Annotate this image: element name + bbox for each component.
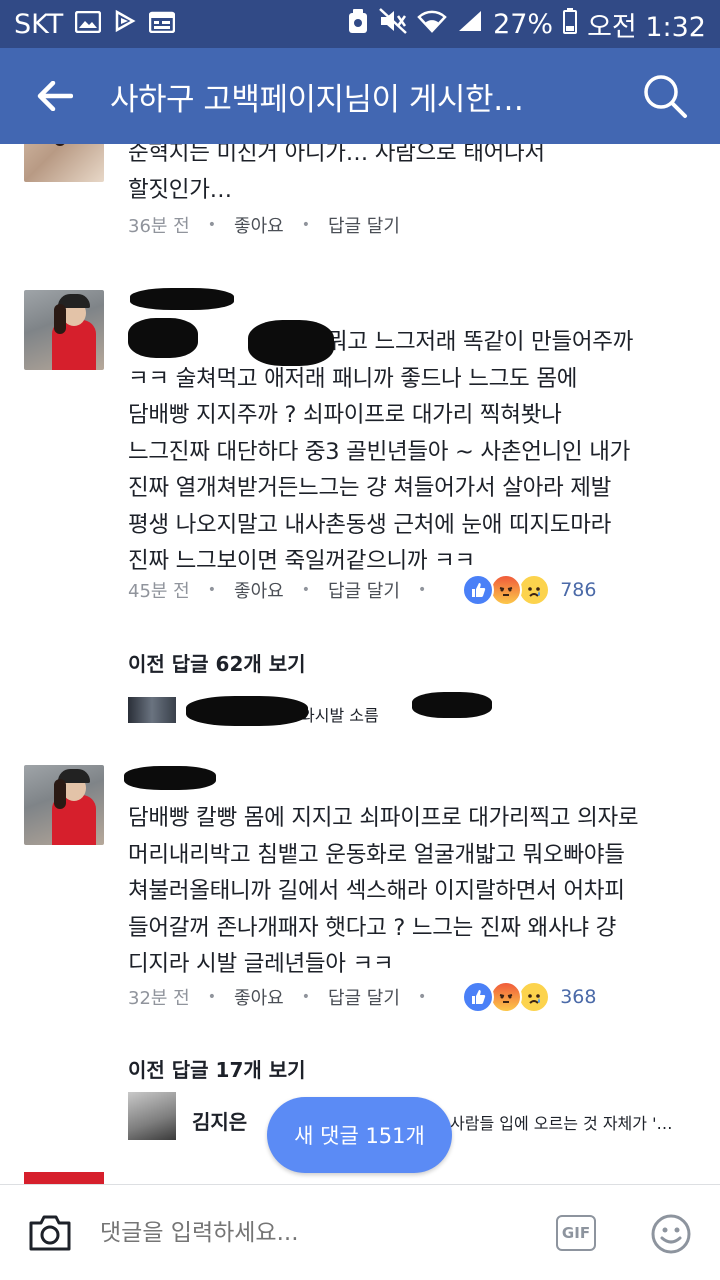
comment-line: 쳐불러올태니까 길에서 섹스해라 이지랄하면서 어차피 xyxy=(128,878,625,904)
comment-line: 디지라 시발 글레년들아 ㅋㅋ xyxy=(128,951,394,977)
battery-percent: 27% xyxy=(493,8,554,40)
avatar[interactable] xyxy=(24,765,104,845)
comments-list[interactable]: 순혁지는 미진거 아니가… 사람으로 태어나서 할짓인가… 36분 전 • 좋아… xyxy=(0,144,720,1184)
reply-author-name[interactable]: 김지은 xyxy=(192,1106,247,1135)
comment-line: 머리내리박고 침뱉고 운동화로 얼굴개밟고 뭐오빠야들 xyxy=(128,841,625,868)
reactions[interactable]: 368 xyxy=(462,981,596,1013)
reply-preview-text: 사람들 입에 오르는 것 자체가 '… xyxy=(450,1114,673,1133)
back-button[interactable] xyxy=(0,48,110,144)
sad-reaction-icon xyxy=(518,574,551,606)
angry-reaction-icon xyxy=(490,574,523,606)
smiley-icon xyxy=(651,1214,691,1254)
reply-preview-text: 와시발 소름 xyxy=(300,706,379,725)
comment-meta: 45분 전 • 좋아요 • 답글 달기 • 786 xyxy=(128,574,596,606)
timestamp: 45분 전 xyxy=(128,581,190,602)
comment-line: 느그진짜 대단하다 중3 골빈년들아 ~ 사촌언니인 내가 xyxy=(128,438,631,465)
timestamp: 36분 전 xyxy=(128,216,190,237)
like-button[interactable]: 좋아요 xyxy=(234,984,284,1010)
page-title: 사하구 고백페이지님이 게시한… xyxy=(110,81,524,118)
comment-line: 평생 나오지말고 내사촌동생 근처에 눈애 띠지도마라 xyxy=(128,511,612,538)
reactions[interactable]: 786 xyxy=(462,574,596,606)
comment-input[interactable] xyxy=(100,1219,520,1246)
comment-composer: GIF xyxy=(0,1184,720,1280)
signal-icon xyxy=(457,9,483,40)
like-reaction-icon xyxy=(462,574,495,606)
like-reaction-icon xyxy=(462,981,495,1013)
gif-button[interactable]: GIF xyxy=(556,1215,596,1251)
comment-line: 순혁지는 미진거 아니가… 사람으로 태어나서 xyxy=(128,144,545,166)
sticker-button[interactable] xyxy=(650,1213,692,1259)
app-bar: 사하구 고백페이지님이 게시한… xyxy=(0,48,720,144)
view-previous-replies[interactable]: 이전 답글 62개 보기 xyxy=(128,648,306,677)
comment-text: 담배빵 칼빵 몸에 지지고 쇠파이프로 대가리찍고 의자로 머리내리박고 침뱉고… xyxy=(128,800,698,983)
reply-button[interactable]: 답글 달기 xyxy=(328,212,400,238)
mute-icon xyxy=(379,7,407,41)
comment-line: 할짓인가… xyxy=(128,176,232,203)
wifi-icon xyxy=(417,9,447,40)
search-button[interactable] xyxy=(610,48,720,144)
reaction-count: 786 xyxy=(560,579,597,601)
battery-icon xyxy=(563,7,578,41)
reply-avatar[interactable] xyxy=(128,697,176,723)
view-previous-replies[interactable]: 이전 답글 17개 보기 xyxy=(128,1054,306,1083)
comment-line: 담배빵 지지주까 ? 쇠파이프로 대가리 찍혀봣나 xyxy=(128,402,562,428)
search-icon xyxy=(644,75,687,118)
gallery-icon xyxy=(75,9,102,40)
status-bar: SKT 27% 오전 1:32 xyxy=(0,0,720,48)
calendar-icon xyxy=(149,9,176,40)
camera-icon xyxy=(29,1215,71,1250)
redaction-mark xyxy=(128,318,198,358)
reaction-count: 368 xyxy=(560,986,597,1008)
back-arrow-icon xyxy=(37,81,73,111)
comment-line: 담배빵 칼빵 몸에 지지고 쇠파이프로 대가리찍고 의자로 xyxy=(128,805,639,831)
avatar[interactable] xyxy=(24,1172,104,1184)
sad-reaction-icon xyxy=(518,981,551,1013)
camera-button[interactable] xyxy=(0,1185,100,1280)
avatar[interactable] xyxy=(24,290,104,370)
redaction-mark xyxy=(130,288,234,310)
like-button[interactable]: 좋아요 xyxy=(234,577,284,603)
comment-text: 순혁지는 미진거 아니가… 사람으로 태어나서 할짓인가… xyxy=(128,144,698,208)
clock: 오전 1:32 xyxy=(587,11,706,43)
angry-reaction-icon xyxy=(490,981,523,1013)
redaction-mark xyxy=(412,692,492,718)
carrier-label: SKT xyxy=(14,8,64,40)
comment-meta: 36분 전 • 좋아요 • 답글 달기 xyxy=(128,212,400,238)
download-icon xyxy=(113,9,137,40)
reply-avatar[interactable] xyxy=(128,1092,176,1140)
redaction-mark xyxy=(124,766,216,790)
timestamp: 32분 전 xyxy=(128,988,190,1009)
like-button[interactable]: 좋아요 xyxy=(234,212,284,238)
new-comments-button[interactable]: 새 댓글 151개 xyxy=(267,1097,452,1173)
comment-line: 이고 고 뭐고 느그저래 똑같이 만들어주까 xyxy=(252,329,634,355)
redaction-mark xyxy=(186,696,308,726)
comment-line: 진짜 열개쳐받거든느그는 걍 쳐들어가서 살아라 제발 xyxy=(128,475,612,501)
reply-button[interactable]: 답글 달기 xyxy=(328,984,400,1010)
avatar[interactable] xyxy=(24,144,104,182)
recycle-icon xyxy=(347,8,369,41)
comment-line: 들어갈꺼 존나개패자 햇다고 ? 느그는 진짜 왜사냐 걍 xyxy=(128,914,617,941)
redaction-mark xyxy=(248,320,334,366)
comment-text: 이고 고 뭐고 느그저래 똑같이 만들어주까 ㅋㅋ 술쳐먹고 애저래 패니까 좋… xyxy=(128,324,698,580)
reply-button[interactable]: 답글 달기 xyxy=(328,577,400,603)
comment-line: ㅋㅋ 술쳐먹고 애저래 패니까 좋드나 느그도 몸에 xyxy=(128,365,578,392)
comment-meta: 32분 전 • 좋아요 • 답글 달기 • 368 xyxy=(128,981,596,1013)
